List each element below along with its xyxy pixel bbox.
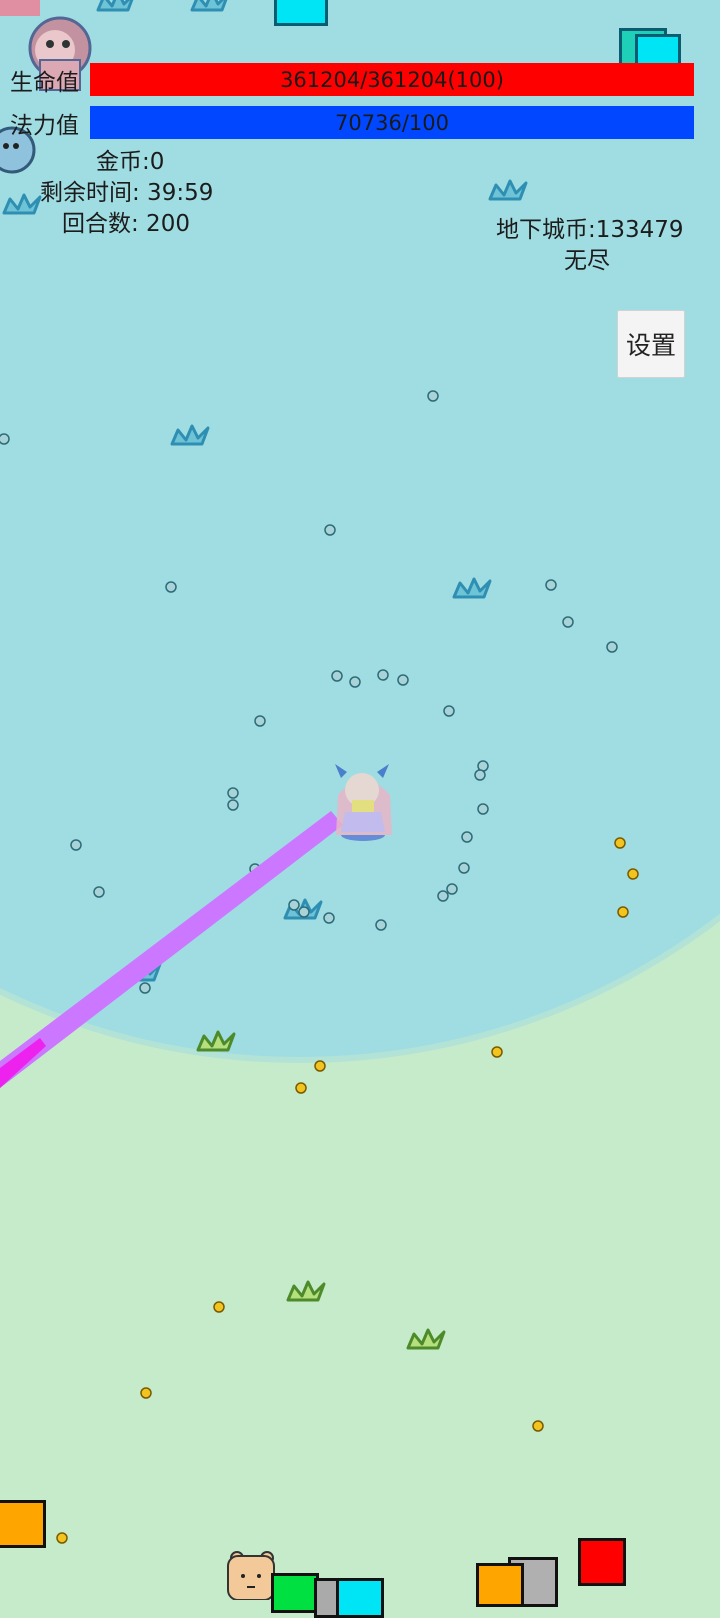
- xp-orb: [227, 799, 239, 811]
- tile-cyan-bottom: [336, 1578, 384, 1618]
- xp-orb: [443, 705, 455, 717]
- gold-coin: [614, 837, 626, 849]
- xp-orb: [139, 982, 151, 994]
- remaining-time: 剩余时间: 39:59: [40, 180, 214, 206]
- tile-orange-left: [0, 1500, 46, 1548]
- gold-coin: [295, 1082, 307, 1094]
- round-count: 回合数: 200: [62, 211, 190, 237]
- gold-coin: [627, 868, 639, 880]
- gold-coin: [532, 1420, 544, 1432]
- xp-orb: [477, 803, 489, 815]
- gold-coin: [213, 1301, 225, 1313]
- mp-label: 法力值: [10, 113, 79, 139]
- mp-value: 70736/100: [335, 110, 449, 135]
- tile-green-bottom: [271, 1573, 319, 1613]
- xp-orb: [349, 676, 361, 688]
- xp-orb: [165, 581, 177, 593]
- xp-orb: [70, 839, 82, 851]
- xp-orb: [331, 670, 343, 682]
- tile-red-bottom-right: [578, 1538, 626, 1586]
- xp-orb: [446, 883, 458, 895]
- xp-orb: [458, 862, 470, 874]
- xp-orb: [324, 524, 336, 536]
- tile-orange-bottom-right: [476, 1563, 524, 1607]
- hp-value: 361204/361204(100): [280, 67, 504, 92]
- tile-cyan-top: [274, 0, 328, 26]
- hp-bar: 361204/361204(100): [90, 63, 694, 96]
- xp-orb: [254, 715, 266, 727]
- xp-orb: [562, 616, 574, 628]
- hp-label: 生命值: [10, 70, 79, 96]
- gold-coin: [56, 1532, 68, 1544]
- bear-pet: [227, 1551, 275, 1600]
- xp-orb: [427, 390, 439, 402]
- settings-button[interactable]: 设置: [617, 310, 685, 378]
- xp-orb: [474, 769, 486, 781]
- gold-coin: [314, 1060, 326, 1072]
- game-mode: 无尽: [564, 248, 610, 274]
- dungeon-coin-count: 地下城币:133479: [496, 217, 684, 243]
- grass-tuft-icon: [96, 0, 134, 12]
- xp-orb: [323, 912, 335, 924]
- xp-orb: [377, 669, 389, 681]
- xp-orb: [461, 831, 473, 843]
- xp-orb: [227, 787, 239, 799]
- mp-bar: 70736/100: [90, 106, 694, 139]
- gold-coin: [491, 1046, 503, 1058]
- xp-orb: [606, 641, 618, 653]
- grass-tuft-icon: [190, 0, 228, 12]
- xp-orb: [375, 919, 387, 931]
- gold-count: 金币:0: [96, 149, 165, 175]
- xp-orb: [397, 674, 409, 686]
- xp-orb: [298, 906, 310, 918]
- xp-orb: [545, 579, 557, 591]
- xp-orb: [437, 890, 449, 902]
- xp-orb: [288, 899, 300, 911]
- gold-coin: [140, 1387, 152, 1399]
- xp-orb: [0, 433, 10, 445]
- xp-orb: [93, 886, 105, 898]
- gold-coin: [617, 906, 629, 918]
